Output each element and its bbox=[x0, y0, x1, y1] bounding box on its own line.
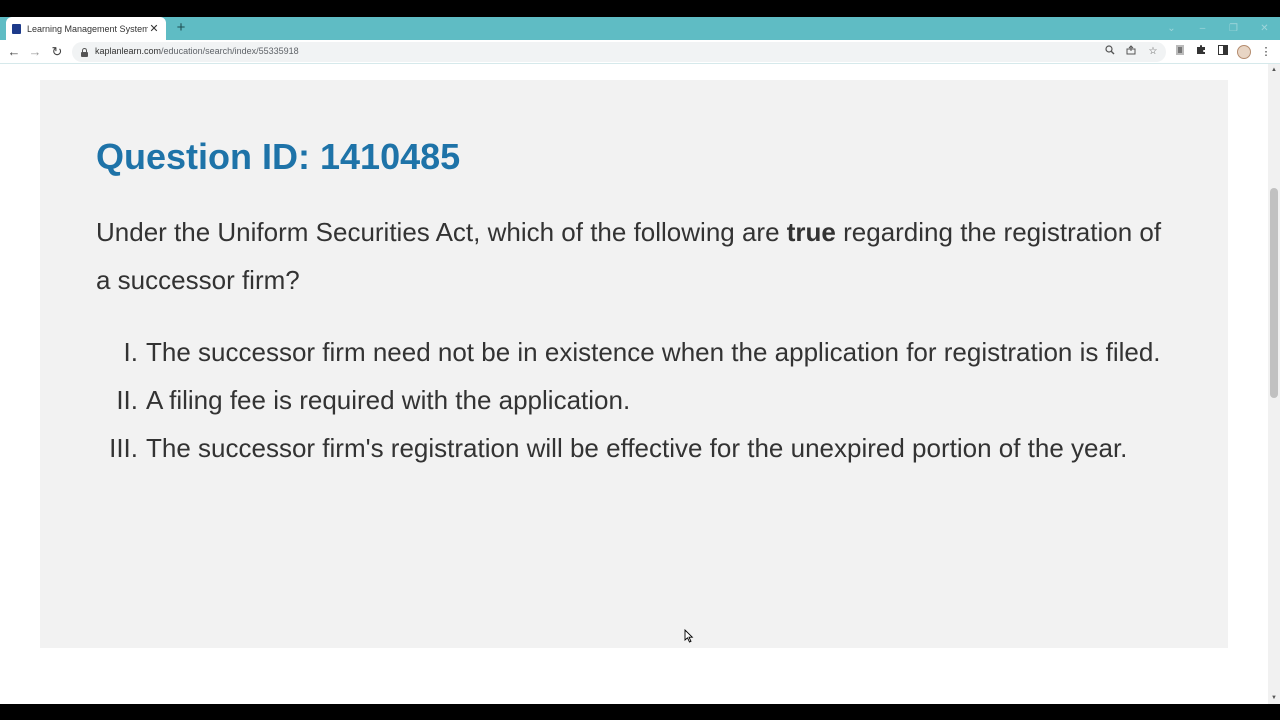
restore-icon[interactable]: ❐ bbox=[1218, 23, 1249, 34]
tab-strip: Learning Management System ✕ + ⌄ – ❐ ✕ bbox=[0, 17, 1280, 40]
new-tab-button[interactable]: + bbox=[173, 19, 189, 37]
share-icon[interactable] bbox=[1124, 45, 1138, 59]
mouse-cursor-icon bbox=[684, 629, 694, 643]
favicon-icon bbox=[12, 23, 21, 34]
minimize-icon[interactable]: – bbox=[1187, 23, 1218, 34]
browser-window: Learning Management System ✕ + ⌄ – ❐ ✕ ←… bbox=[0, 0, 1280, 720]
reload-icon[interactable]: ↻ bbox=[48, 43, 66, 61]
close-window-icon[interactable]: ✕ bbox=[1249, 23, 1280, 34]
statement-numeral: I. bbox=[123, 337, 138, 367]
kebab-menu-icon[interactable]: ⋮ bbox=[1259, 44, 1273, 60]
statement-numeral: II. bbox=[116, 385, 138, 415]
scroll-up-arrow-icon[interactable]: ▲ bbox=[1268, 64, 1280, 76]
url-domain: kaplanlearn.com bbox=[95, 46, 162, 56]
statement-list: I. The successor firm need not be in exis… bbox=[96, 328, 1186, 472]
lock-icon[interactable] bbox=[81, 48, 88, 57]
profile-avatar[interactable] bbox=[1237, 45, 1251, 59]
tab-close-icon[interactable]: ✕ bbox=[148, 22, 160, 35]
window-controls: ⌄ – ❐ ✕ bbox=[1156, 17, 1280, 40]
statement-text: The successor firm need not be in existe… bbox=[146, 337, 1161, 367]
bookmark-star-icon[interactable]: ☆ bbox=[1146, 45, 1160, 59]
extensions-puzzle-icon[interactable] bbox=[1194, 44, 1208, 60]
statement-text: The successor firm's registration will b… bbox=[146, 433, 1128, 463]
side-panel-icon[interactable] bbox=[1216, 44, 1230, 60]
tab-search-icon[interactable]: ⌄ bbox=[1156, 23, 1187, 34]
back-arrow-icon[interactable]: ← bbox=[5, 43, 23, 61]
scrollbar-thumb[interactable] bbox=[1270, 188, 1278, 398]
question-id-heading: Question ID: 1410485 bbox=[96, 136, 461, 177]
browser-toolbar: ← → ↻ kaplanlearn.com/education/search/i… bbox=[0, 40, 1280, 64]
question-stem-before: Under the Uniform Securities Act, which … bbox=[96, 217, 787, 247]
address-bar[interactable]: kaplanlearn.com/education/search/index/5… bbox=[72, 42, 1166, 62]
browser-tab[interactable]: Learning Management System ✕ bbox=[6, 17, 166, 40]
tab-title: Learning Management System bbox=[27, 23, 148, 34]
vertical-scrollbar[interactable]: ▲ ▼ bbox=[1268, 64, 1280, 704]
page-viewport: Question ID: 1410485 Under the Uniform S… bbox=[0, 64, 1280, 704]
url-path: /education/search/index/55335918 bbox=[161, 46, 299, 56]
statement-item: III. The successor firm's registration wi… bbox=[96, 424, 1186, 472]
question-card: Question ID: 1410485 Under the Uniform S… bbox=[40, 80, 1228, 648]
url-text[interactable]: kaplanlearn.com/education/search/index/5… bbox=[95, 46, 299, 56]
statement-item: II. A filing fee is required with the app… bbox=[96, 376, 1186, 424]
forward-arrow-icon[interactable]: → bbox=[26, 43, 44, 61]
zoom-icon[interactable] bbox=[1103, 45, 1117, 59]
scroll-down-arrow-icon[interactable]: ▼ bbox=[1268, 692, 1280, 704]
statement-text: A filing fee is required with the applic… bbox=[146, 385, 631, 415]
question-stem: Under the Uniform Securities Act, which … bbox=[96, 208, 1176, 304]
question-stem-emphasis: true bbox=[786, 217, 836, 247]
statement-numeral: III. bbox=[109, 433, 138, 463]
extension-icon[interactable] bbox=[1173, 44, 1187, 60]
statement-item: I. The successor firm need not be in exis… bbox=[96, 328, 1186, 376]
